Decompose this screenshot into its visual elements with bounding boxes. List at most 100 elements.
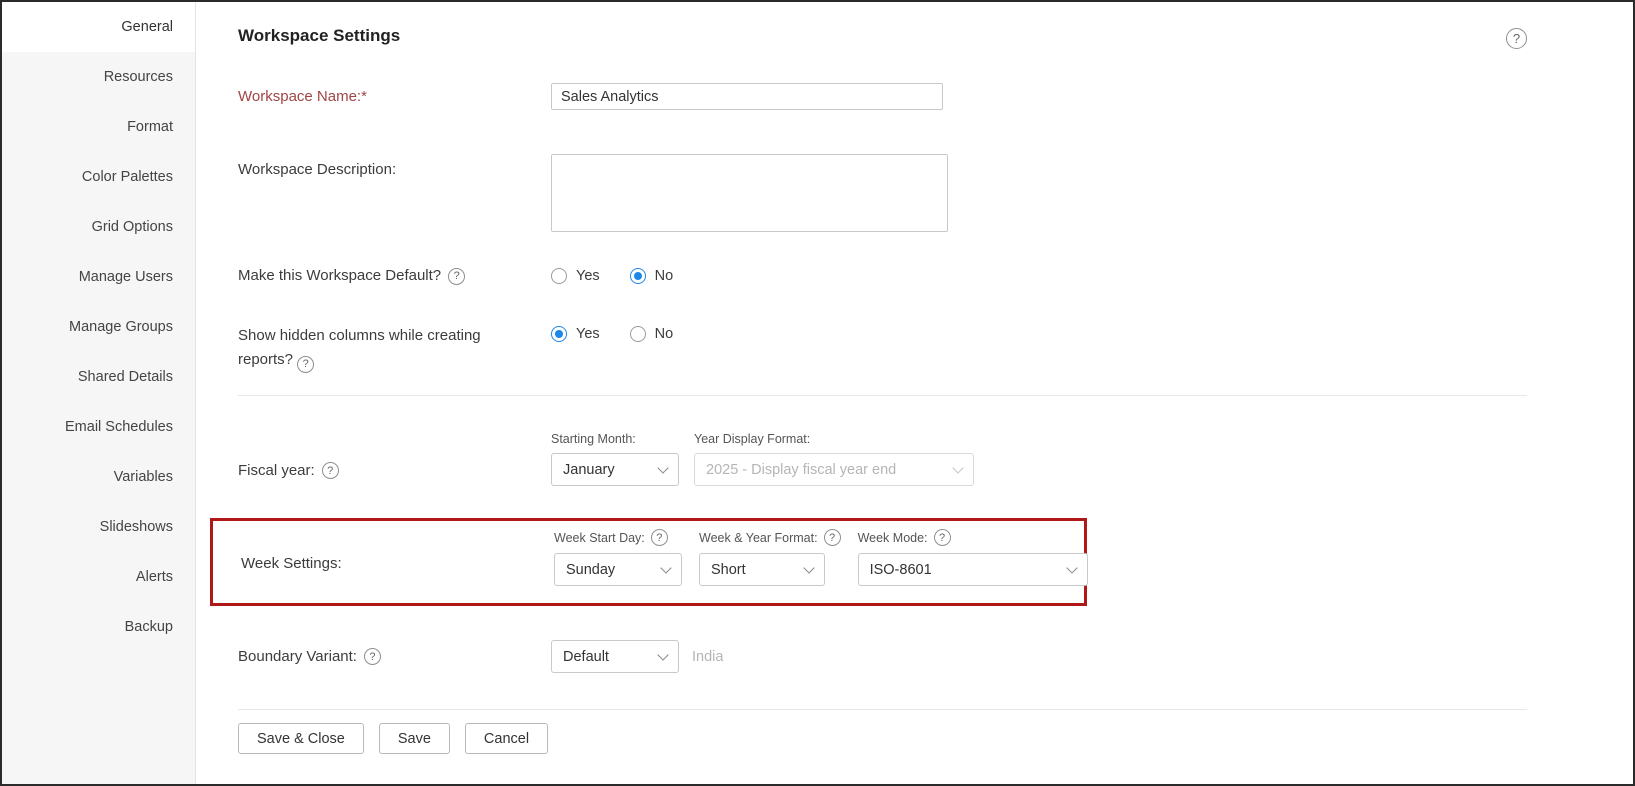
sidebar-item-label: Email Schedules [65, 419, 173, 435]
sidebar-item-alerts[interactable]: Alerts [2, 552, 195, 602]
boundary-variant-value: Default [563, 649, 609, 665]
sidebar-item-label: Resources [104, 69, 173, 85]
boundary-variant-field: Default India [551, 640, 723, 673]
fiscal-year-row: Fiscal year: ? Starting Month: January Y… [238, 432, 1527, 486]
week-start-day-group: Week Start Day:? Sunday [554, 529, 682, 586]
workspace-description-textarea[interactable] [551, 154, 948, 232]
sidebar-item-email-schedules[interactable]: Email Schedules [2, 402, 195, 452]
week-mode-label-text: Week Mode: [858, 531, 928, 545]
week-start-day-help-icon[interactable]: ? [651, 529, 668, 546]
make-default-label-text: Make this Workspace Default? [238, 264, 441, 288]
make-default-row: Make this Workspace Default? ? Yes No [238, 264, 1527, 288]
show-hidden-label-inner: Show hidden columns while creating repor… [238, 327, 481, 368]
week-settings-fields: Week Start Day:? Sunday Week & Year Form… [554, 529, 1088, 586]
workspace-description-field [551, 154, 948, 232]
sidebar-item-grid-options[interactable]: Grid Options [2, 202, 195, 252]
week-mode-label: Week Mode:? [858, 529, 1088, 546]
boundary-variant-select[interactable]: Default [551, 640, 679, 673]
sidebar-item-resources[interactable]: Resources [2, 52, 195, 102]
week-settings-label-text: Week Settings: [241, 555, 342, 572]
chevron-down-icon [1066, 562, 1077, 573]
week-settings-highlight: Week Settings: Week Start Day:? Sunday W… [210, 518, 1087, 606]
page-header: Workspace Settings ? [238, 26, 1527, 49]
sidebar-item-shared-details[interactable]: Shared Details [2, 352, 195, 402]
week-mode-value: ISO-8601 [870, 562, 932, 578]
radio-label: No [655, 268, 674, 284]
workspace-settings-window: General Resources Format Color Palettes … [0, 0, 1635, 786]
chevron-down-icon [660, 562, 671, 573]
year-display-format-group: Year Display Format: 2025 - Display fisc… [694, 432, 974, 486]
make-default-yes-radio[interactable]: Yes [551, 268, 600, 284]
week-year-format-select[interactable]: Short [699, 553, 825, 586]
week-mode-select[interactable]: ISO-8601 [858, 553, 1088, 586]
week-mode-help-icon[interactable]: ? [934, 529, 951, 546]
week-start-day-label-text: Week Start Day: [554, 531, 645, 545]
footer-divider [238, 709, 1527, 710]
show-hidden-yes-radio[interactable]: Yes [551, 326, 600, 342]
sidebar-item-color-palettes[interactable]: Color Palettes [2, 152, 195, 202]
sidebar-item-label: Alerts [136, 569, 173, 585]
sidebar-item-variables[interactable]: Variables [2, 452, 195, 502]
radio-unselected-icon [630, 326, 646, 342]
settings-sidebar: General Resources Format Color Palettes … [2, 2, 196, 784]
sidebar-item-label: Slideshows [100, 519, 173, 535]
settings-main: Workspace Settings ? Workspace Name:* Wo… [196, 2, 1633, 784]
sidebar-item-label: Manage Users [79, 269, 173, 285]
starting-month-select[interactable]: January [551, 453, 679, 486]
show-hidden-label-text: Show hidden columns while creating repor… [238, 324, 490, 373]
boundary-variant-note: India [692, 649, 723, 665]
workspace-description-row: Workspace Description: [238, 154, 1527, 232]
workspace-name-input[interactable] [551, 83, 943, 110]
sidebar-item-general[interactable]: General [2, 2, 195, 52]
save-button[interactable]: Save [379, 723, 450, 754]
workspace-name-row: Workspace Name:* [238, 83, 1527, 110]
radio-unselected-icon [551, 268, 567, 284]
sidebar-item-manage-groups[interactable]: Manage Groups [2, 302, 195, 352]
radio-selected-icon [551, 326, 567, 342]
week-mode-group: Week Mode:? ISO-8601 [858, 529, 1088, 586]
sidebar-item-label: Grid Options [92, 219, 173, 235]
show-hidden-field: Yes No [551, 324, 673, 342]
cancel-button[interactable]: Cancel [465, 723, 548, 754]
sidebar-item-label: Format [127, 119, 173, 135]
sidebar-item-label: Color Palettes [82, 169, 173, 185]
week-year-format-help-icon[interactable]: ? [824, 529, 841, 546]
starting-month-label: Starting Month: [551, 432, 679, 446]
page-help-icon[interactable]: ? [1506, 28, 1527, 49]
sidebar-item-backup[interactable]: Backup [2, 602, 195, 652]
required-asterisk: * [361, 88, 367, 105]
show-hidden-no-radio[interactable]: No [630, 326, 674, 342]
show-hidden-help-icon[interactable]: ? [297, 356, 314, 373]
make-default-no-radio[interactable]: No [630, 268, 674, 284]
workspace-description-label: Workspace Description: [238, 154, 551, 178]
week-year-format-value: Short [711, 562, 746, 578]
page-title: Workspace Settings [238, 26, 400, 46]
radio-selected-icon [630, 268, 646, 284]
week-settings-label: Week Settings: [241, 529, 554, 572]
radio-label: Yes [576, 268, 600, 284]
sidebar-item-slideshows[interactable]: Slideshows [2, 502, 195, 552]
chevron-down-icon [657, 462, 668, 473]
make-default-field: Yes No [551, 268, 673, 284]
show-hidden-label: Show hidden columns while creating repor… [238, 324, 551, 373]
workspace-name-field [551, 83, 943, 110]
fiscal-year-label: Fiscal year: ? [238, 432, 551, 479]
year-display-format-label: Year Display Format: [694, 432, 974, 446]
make-default-label: Make this Workspace Default? ? [238, 264, 551, 288]
workspace-name-label-text: Workspace Name: [238, 88, 361, 105]
save-close-button[interactable]: Save & Close [238, 723, 364, 754]
boundary-variant-label-text: Boundary Variant: [238, 648, 357, 665]
make-default-help-icon[interactable]: ? [448, 268, 465, 285]
week-start-day-select[interactable]: Sunday [554, 553, 682, 586]
sidebar-item-label: Variables [114, 469, 173, 485]
sidebar-item-label: Manage Groups [69, 319, 173, 335]
sidebar-item-format[interactable]: Format [2, 102, 195, 152]
make-default-radio-group: Yes No [551, 268, 673, 284]
footer-buttons: Save & Close Save Cancel [238, 723, 1527, 754]
fiscal-year-fields: Starting Month: January Year Display For… [551, 432, 974, 486]
boundary-variant-help-icon[interactable]: ? [364, 648, 381, 665]
week-year-format-group: Week & Year Format:? Short [699, 529, 841, 586]
sidebar-item-manage-users[interactable]: Manage Users [2, 252, 195, 302]
fiscal-year-help-icon[interactable]: ? [322, 462, 339, 479]
radio-label: Yes [576, 326, 600, 342]
